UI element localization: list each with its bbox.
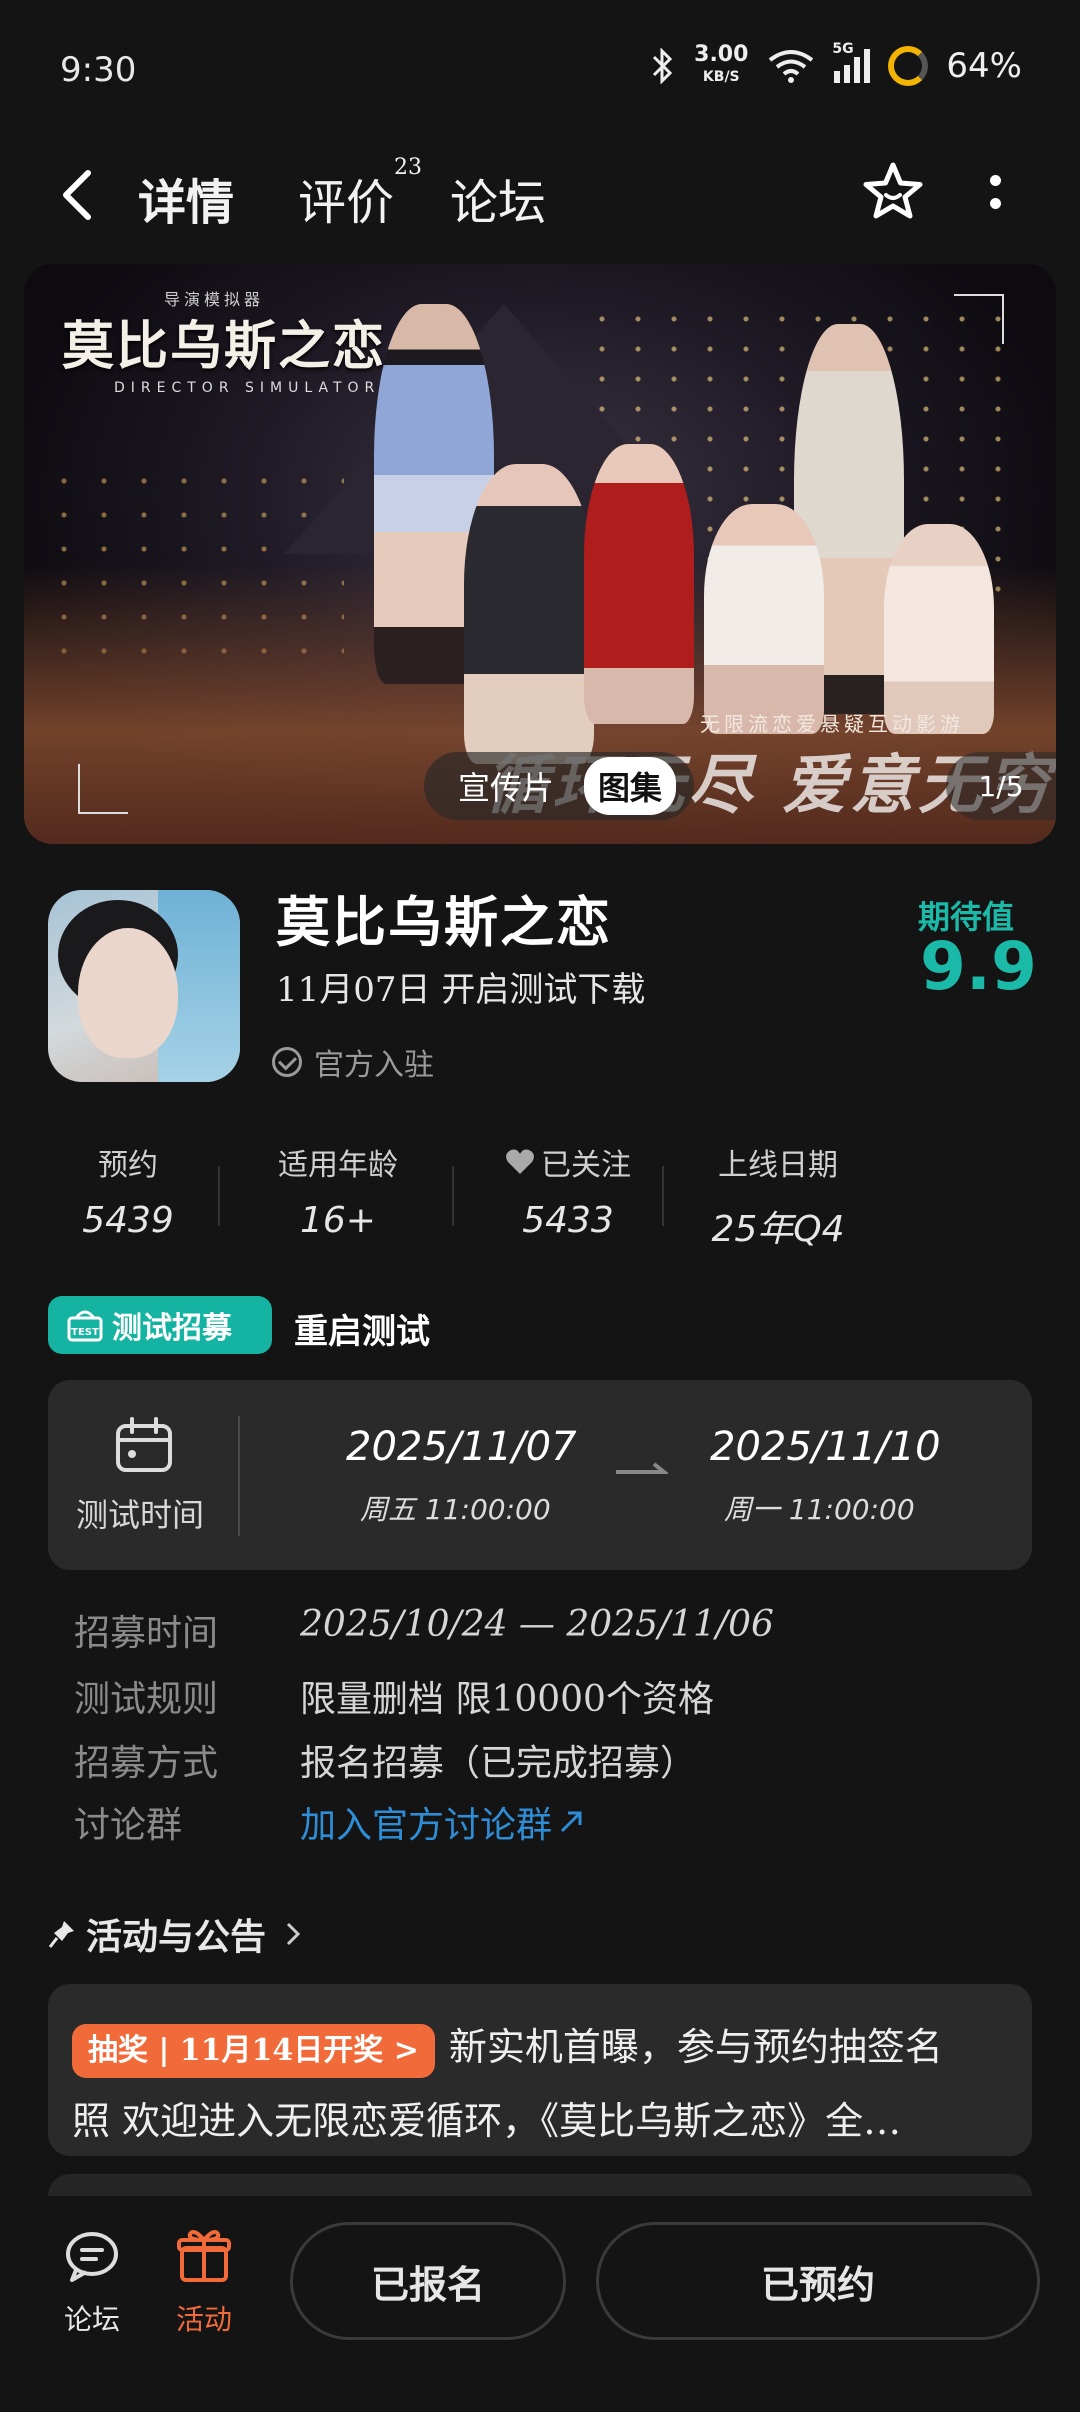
- activity-line-1: 抽奖 | 11月14日开奖 > 新实机首曝，参与预约抽签名: [72, 2010, 1008, 2084]
- review-count-badge: 23: [394, 155, 423, 180]
- status-bar: 9:30 3.00 KB/S 5G 64%: [0, 0, 1080, 140]
- media-banner[interactable]: 导演模拟器 莫比乌斯之恋 DIRECTOR SIMULATOR 无限流恋爱悬疑互…: [24, 264, 1056, 844]
- restart-test-title: 重启测试: [294, 1312, 430, 1352]
- gift-icon: [177, 2230, 231, 2282]
- discussion-group-label: 讨论群: [74, 1805, 183, 1846]
- calendar-icon: [116, 1417, 172, 1472]
- battery-percent: 64%: [946, 46, 1022, 86]
- join-group-link[interactable]: 加入官方讨论群: [300, 1796, 584, 1848]
- game-title: 莫比乌斯之恋: [276, 890, 612, 954]
- recruit-period-label: 招募时间: [74, 1613, 219, 1654]
- test-recruit-tag: TEST 测试招募: [48, 1296, 272, 1354]
- more-menu-icon[interactable]: [985, 169, 1005, 219]
- heart-icon: [506, 1149, 534, 1174]
- media-switch: 宣传片 图集: [424, 752, 694, 820]
- battery-icon: [888, 46, 929, 86]
- stats-row: 预约 5439 适用年龄 16+ 已关注 5433 上线日期 25年Q4: [48, 1140, 948, 1250]
- back-icon[interactable]: [58, 167, 98, 223]
- status-icons: 3.00 KB/S 5G 64%: [650, 41, 1022, 88]
- tab-gallery[interactable]: 图集: [584, 757, 677, 815]
- test-rules-value: 限量删档 限10000个资格: [300, 1679, 714, 1720]
- external-link-icon: [560, 1811, 582, 1833]
- status-time: 9:30: [60, 50, 137, 90]
- wifi-icon: [769, 50, 814, 83]
- official-badge: 官方入驻: [272, 1040, 434, 1084]
- top-nav: 详情 评价 23 论坛: [0, 145, 1080, 245]
- net-speed: 3.00 KB/S: [694, 42, 749, 86]
- banner-logo: 莫比乌斯之恋: [62, 316, 387, 377]
- stat-followers: 已关注 5433: [478, 1140, 658, 1241]
- chevron-right-icon: [286, 1922, 301, 1946]
- test-rules-label: 测试规则: [74, 1679, 219, 1720]
- game-avatar: [48, 890, 240, 1082]
- tab-trailer[interactable]: 宣传片: [458, 763, 554, 809]
- tab-forum[interactable]: 论坛: [450, 163, 546, 233]
- test-download-date: 11月07日 开启测试下载: [276, 970, 646, 1010]
- check-circle-icon: [272, 1047, 302, 1077]
- favorite-star-icon[interactable]: [860, 159, 926, 225]
- bottom-action-bar: 论坛 活动 已报名 已预约: [0, 2196, 1080, 2412]
- test-end-date: 2025/11/10: [710, 1424, 941, 1470]
- stat-reservations: 预约 5439: [82, 1148, 174, 1241]
- svg-text:TEST: TEST: [71, 1327, 99, 1338]
- activity-line-2: 照 欢迎进入无限恋爱循环，《莫比乌斯之恋》全…: [72, 2099, 902, 2143]
- reserved-button[interactable]: 已预约: [596, 2222, 1040, 2340]
- test-start-time: 周五 11:00:00: [360, 1493, 551, 1526]
- test-start-date: 2025/11/07: [346, 1424, 577, 1470]
- recruit-method-value: 报名招募（已完成招募）: [300, 1743, 697, 1784]
- banner-logo-sub: DIRECTOR SIMULATOR: [114, 380, 381, 396]
- recruit-period-value: 2025/10/24 — 2025/11/06: [300, 1604, 774, 1645]
- test-time-card: 测试时间 2025/11/07 周五 11:00:00 2025/11/10 周…: [48, 1380, 1032, 1570]
- tab-review[interactable]: 评价 23: [298, 155, 422, 233]
- bluetooth-icon: [653, 48, 673, 84]
- test-icon: TEST: [67, 1310, 103, 1342]
- banner-slogan-small: 无限流恋爱悬疑互动影游: [700, 712, 964, 736]
- activity-card[interactable]: 抽奖 | 11月14日开奖 > 新实机首曝，参与预约抽签名 照 欢迎进入无限恋爱循…: [48, 1984, 1032, 2156]
- pin-icon: [48, 1921, 74, 1948]
- bottom-activity-button[interactable]: 活动: [164, 2226, 244, 2338]
- signal-icon: 5G: [832, 41, 871, 83]
- activity-header[interactable]: 活动与公告: [48, 1908, 302, 1960]
- bottom-forum-button[interactable]: 论坛: [52, 2226, 132, 2338]
- recruit-method-label: 招募方式: [74, 1743, 219, 1784]
- stat-launch-date: 上线日期 25年Q4: [711, 1148, 845, 1250]
- signed-up-button[interactable]: 已报名: [290, 2222, 566, 2340]
- test-time-label: 测试时间: [76, 1496, 205, 1534]
- tab-detail[interactable]: 详情: [132, 163, 241, 239]
- banner-counter: 1/5: [946, 752, 1056, 820]
- test-end-time: 周一 11:00:00: [724, 1493, 915, 1526]
- arrow-right-icon: [616, 1462, 668, 1474]
- lottery-tag[interactable]: 抽奖 | 11月14日开奖 >: [72, 2023, 435, 2078]
- expectation-score: 9.9: [920, 928, 1037, 1005]
- forum-chat-icon: [66, 2232, 118, 2282]
- stat-age-rating: 适用年龄 16+: [278, 1148, 398, 1241]
